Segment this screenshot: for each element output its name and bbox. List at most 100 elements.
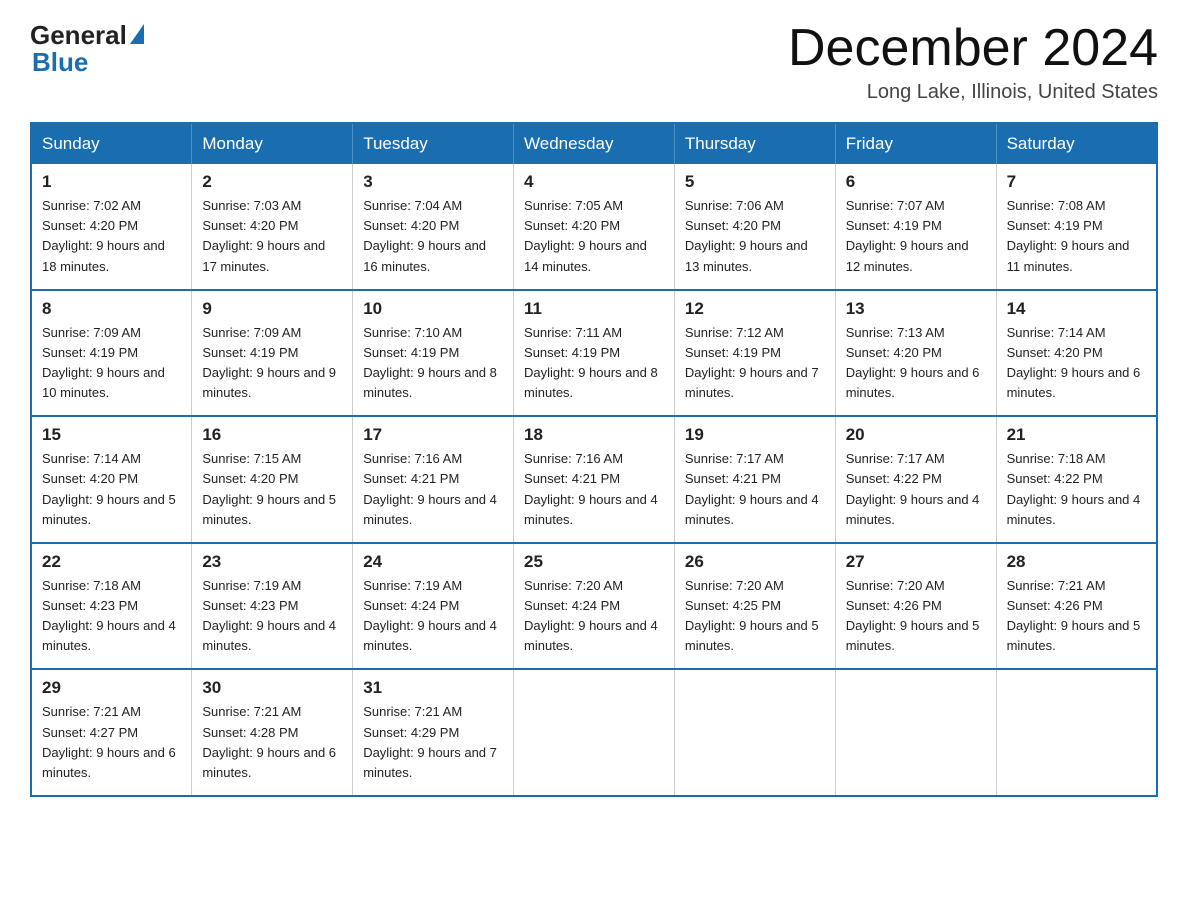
day-info: Sunrise: 7:02 AMSunset: 4:20 PMDaylight:… (42, 196, 181, 277)
day-number: 23 (202, 552, 342, 572)
day-number: 26 (685, 552, 825, 572)
day-info: Sunrise: 7:17 AMSunset: 4:22 PMDaylight:… (846, 449, 986, 530)
day-number: 8 (42, 299, 181, 319)
day-number: 20 (846, 425, 986, 445)
calendar-header-row: SundayMondayTuesdayWednesdayThursdayFrid… (31, 123, 1157, 164)
calendar-cell: 14 Sunrise: 7:14 AMSunset: 4:20 PMDaylig… (996, 290, 1157, 417)
calendar-cell (996, 669, 1157, 796)
day-info: Sunrise: 7:20 AMSunset: 4:25 PMDaylight:… (685, 576, 825, 657)
calendar-cell: 22 Sunrise: 7:18 AMSunset: 4:23 PMDaylig… (31, 543, 192, 670)
day-number: 4 (524, 172, 664, 192)
day-number: 29 (42, 678, 181, 698)
calendar-cell (835, 669, 996, 796)
day-number: 16 (202, 425, 342, 445)
day-info: Sunrise: 7:20 AMSunset: 4:24 PMDaylight:… (524, 576, 664, 657)
calendar-week-row: 29 Sunrise: 7:21 AMSunset: 4:27 PMDaylig… (31, 669, 1157, 796)
day-number: 5 (685, 172, 825, 192)
calendar-cell: 28 Sunrise: 7:21 AMSunset: 4:26 PMDaylig… (996, 543, 1157, 670)
calendar-cell: 25 Sunrise: 7:20 AMSunset: 4:24 PMDaylig… (514, 543, 675, 670)
day-header-friday: Friday (835, 123, 996, 164)
day-number: 22 (42, 552, 181, 572)
day-number: 2 (202, 172, 342, 192)
calendar-cell: 30 Sunrise: 7:21 AMSunset: 4:28 PMDaylig… (192, 669, 353, 796)
day-number: 31 (363, 678, 503, 698)
day-info: Sunrise: 7:14 AMSunset: 4:20 PMDaylight:… (42, 449, 181, 530)
calendar-cell (514, 669, 675, 796)
day-info: Sunrise: 7:04 AMSunset: 4:20 PMDaylight:… (363, 196, 503, 277)
day-info: Sunrise: 7:14 AMSunset: 4:20 PMDaylight:… (1007, 323, 1146, 404)
day-number: 7 (1007, 172, 1146, 192)
calendar-cell: 11 Sunrise: 7:11 AMSunset: 4:19 PMDaylig… (514, 290, 675, 417)
day-info: Sunrise: 7:16 AMSunset: 4:21 PMDaylight:… (363, 449, 503, 530)
day-number: 17 (363, 425, 503, 445)
calendar-cell: 23 Sunrise: 7:19 AMSunset: 4:23 PMDaylig… (192, 543, 353, 670)
day-number: 1 (42, 172, 181, 192)
day-number: 11 (524, 299, 664, 319)
day-number: 24 (363, 552, 503, 572)
day-number: 18 (524, 425, 664, 445)
day-number: 28 (1007, 552, 1146, 572)
location-text: Long Lake, Illinois, United States (788, 81, 1158, 104)
day-header-wednesday: Wednesday (514, 123, 675, 164)
calendar-cell: 16 Sunrise: 7:15 AMSunset: 4:20 PMDaylig… (192, 416, 353, 543)
calendar-week-row: 1 Sunrise: 7:02 AMSunset: 4:20 PMDayligh… (31, 164, 1157, 290)
day-info: Sunrise: 7:21 AMSunset: 4:28 PMDaylight:… (202, 702, 342, 783)
day-info: Sunrise: 7:05 AMSunset: 4:20 PMDaylight:… (524, 196, 664, 277)
calendar-cell: 27 Sunrise: 7:20 AMSunset: 4:26 PMDaylig… (835, 543, 996, 670)
day-number: 6 (846, 172, 986, 192)
calendar-table: SundayMondayTuesdayWednesdayThursdayFrid… (30, 122, 1158, 797)
day-number: 27 (846, 552, 986, 572)
calendar-cell (674, 669, 835, 796)
day-info: Sunrise: 7:17 AMSunset: 4:21 PMDaylight:… (685, 449, 825, 530)
day-info: Sunrise: 7:18 AMSunset: 4:22 PMDaylight:… (1007, 449, 1146, 530)
day-header-sunday: Sunday (31, 123, 192, 164)
calendar-cell: 12 Sunrise: 7:12 AMSunset: 4:19 PMDaylig… (674, 290, 835, 417)
calendar-cell: 19 Sunrise: 7:17 AMSunset: 4:21 PMDaylig… (674, 416, 835, 543)
day-info: Sunrise: 7:08 AMSunset: 4:19 PMDaylight:… (1007, 196, 1146, 277)
day-number: 10 (363, 299, 503, 319)
day-info: Sunrise: 7:19 AMSunset: 4:24 PMDaylight:… (363, 576, 503, 657)
logo-triangle-icon (130, 24, 144, 44)
day-info: Sunrise: 7:09 AMSunset: 4:19 PMDaylight:… (42, 323, 181, 404)
day-number: 14 (1007, 299, 1146, 319)
day-info: Sunrise: 7:11 AMSunset: 4:19 PMDaylight:… (524, 323, 664, 404)
day-info: Sunrise: 7:16 AMSunset: 4:21 PMDaylight:… (524, 449, 664, 530)
logo-blue-text: Blue (32, 47, 88, 78)
day-info: Sunrise: 7:21 AMSunset: 4:29 PMDaylight:… (363, 702, 503, 783)
calendar-week-row: 8 Sunrise: 7:09 AMSunset: 4:19 PMDayligh… (31, 290, 1157, 417)
calendar-cell: 5 Sunrise: 7:06 AMSunset: 4:20 PMDayligh… (674, 164, 835, 290)
calendar-cell: 26 Sunrise: 7:20 AMSunset: 4:25 PMDaylig… (674, 543, 835, 670)
calendar-cell: 6 Sunrise: 7:07 AMSunset: 4:19 PMDayligh… (835, 164, 996, 290)
day-info: Sunrise: 7:12 AMSunset: 4:19 PMDaylight:… (685, 323, 825, 404)
day-info: Sunrise: 7:18 AMSunset: 4:23 PMDaylight:… (42, 576, 181, 657)
calendar-cell: 10 Sunrise: 7:10 AMSunset: 4:19 PMDaylig… (353, 290, 514, 417)
calendar-cell: 2 Sunrise: 7:03 AMSunset: 4:20 PMDayligh… (192, 164, 353, 290)
title-section: December 2024 Long Lake, Illinois, Unite… (788, 20, 1158, 104)
day-info: Sunrise: 7:19 AMSunset: 4:23 PMDaylight:… (202, 576, 342, 657)
day-number: 9 (202, 299, 342, 319)
day-header-monday: Monday (192, 123, 353, 164)
calendar-cell: 20 Sunrise: 7:17 AMSunset: 4:22 PMDaylig… (835, 416, 996, 543)
logo: General Blue (30, 20, 144, 78)
day-info: Sunrise: 7:03 AMSunset: 4:20 PMDaylight:… (202, 196, 342, 277)
day-info: Sunrise: 7:06 AMSunset: 4:20 PMDaylight:… (685, 196, 825, 277)
calendar-week-row: 22 Sunrise: 7:18 AMSunset: 4:23 PMDaylig… (31, 543, 1157, 670)
calendar-cell: 17 Sunrise: 7:16 AMSunset: 4:21 PMDaylig… (353, 416, 514, 543)
day-info: Sunrise: 7:21 AMSunset: 4:26 PMDaylight:… (1007, 576, 1146, 657)
calendar-cell: 9 Sunrise: 7:09 AMSunset: 4:19 PMDayligh… (192, 290, 353, 417)
calendar-cell: 31 Sunrise: 7:21 AMSunset: 4:29 PMDaylig… (353, 669, 514, 796)
day-info: Sunrise: 7:09 AMSunset: 4:19 PMDaylight:… (202, 323, 342, 404)
day-number: 30 (202, 678, 342, 698)
calendar-cell: 7 Sunrise: 7:08 AMSunset: 4:19 PMDayligh… (996, 164, 1157, 290)
calendar-cell: 15 Sunrise: 7:14 AMSunset: 4:20 PMDaylig… (31, 416, 192, 543)
day-number: 15 (42, 425, 181, 445)
month-title: December 2024 (788, 20, 1158, 77)
day-number: 12 (685, 299, 825, 319)
day-number: 21 (1007, 425, 1146, 445)
calendar-cell: 1 Sunrise: 7:02 AMSunset: 4:20 PMDayligh… (31, 164, 192, 290)
calendar-cell: 4 Sunrise: 7:05 AMSunset: 4:20 PMDayligh… (514, 164, 675, 290)
calendar-cell: 24 Sunrise: 7:19 AMSunset: 4:24 PMDaylig… (353, 543, 514, 670)
day-number: 25 (524, 552, 664, 572)
day-info: Sunrise: 7:13 AMSunset: 4:20 PMDaylight:… (846, 323, 986, 404)
page-header: General Blue December 2024 Long Lake, Il… (30, 20, 1158, 104)
